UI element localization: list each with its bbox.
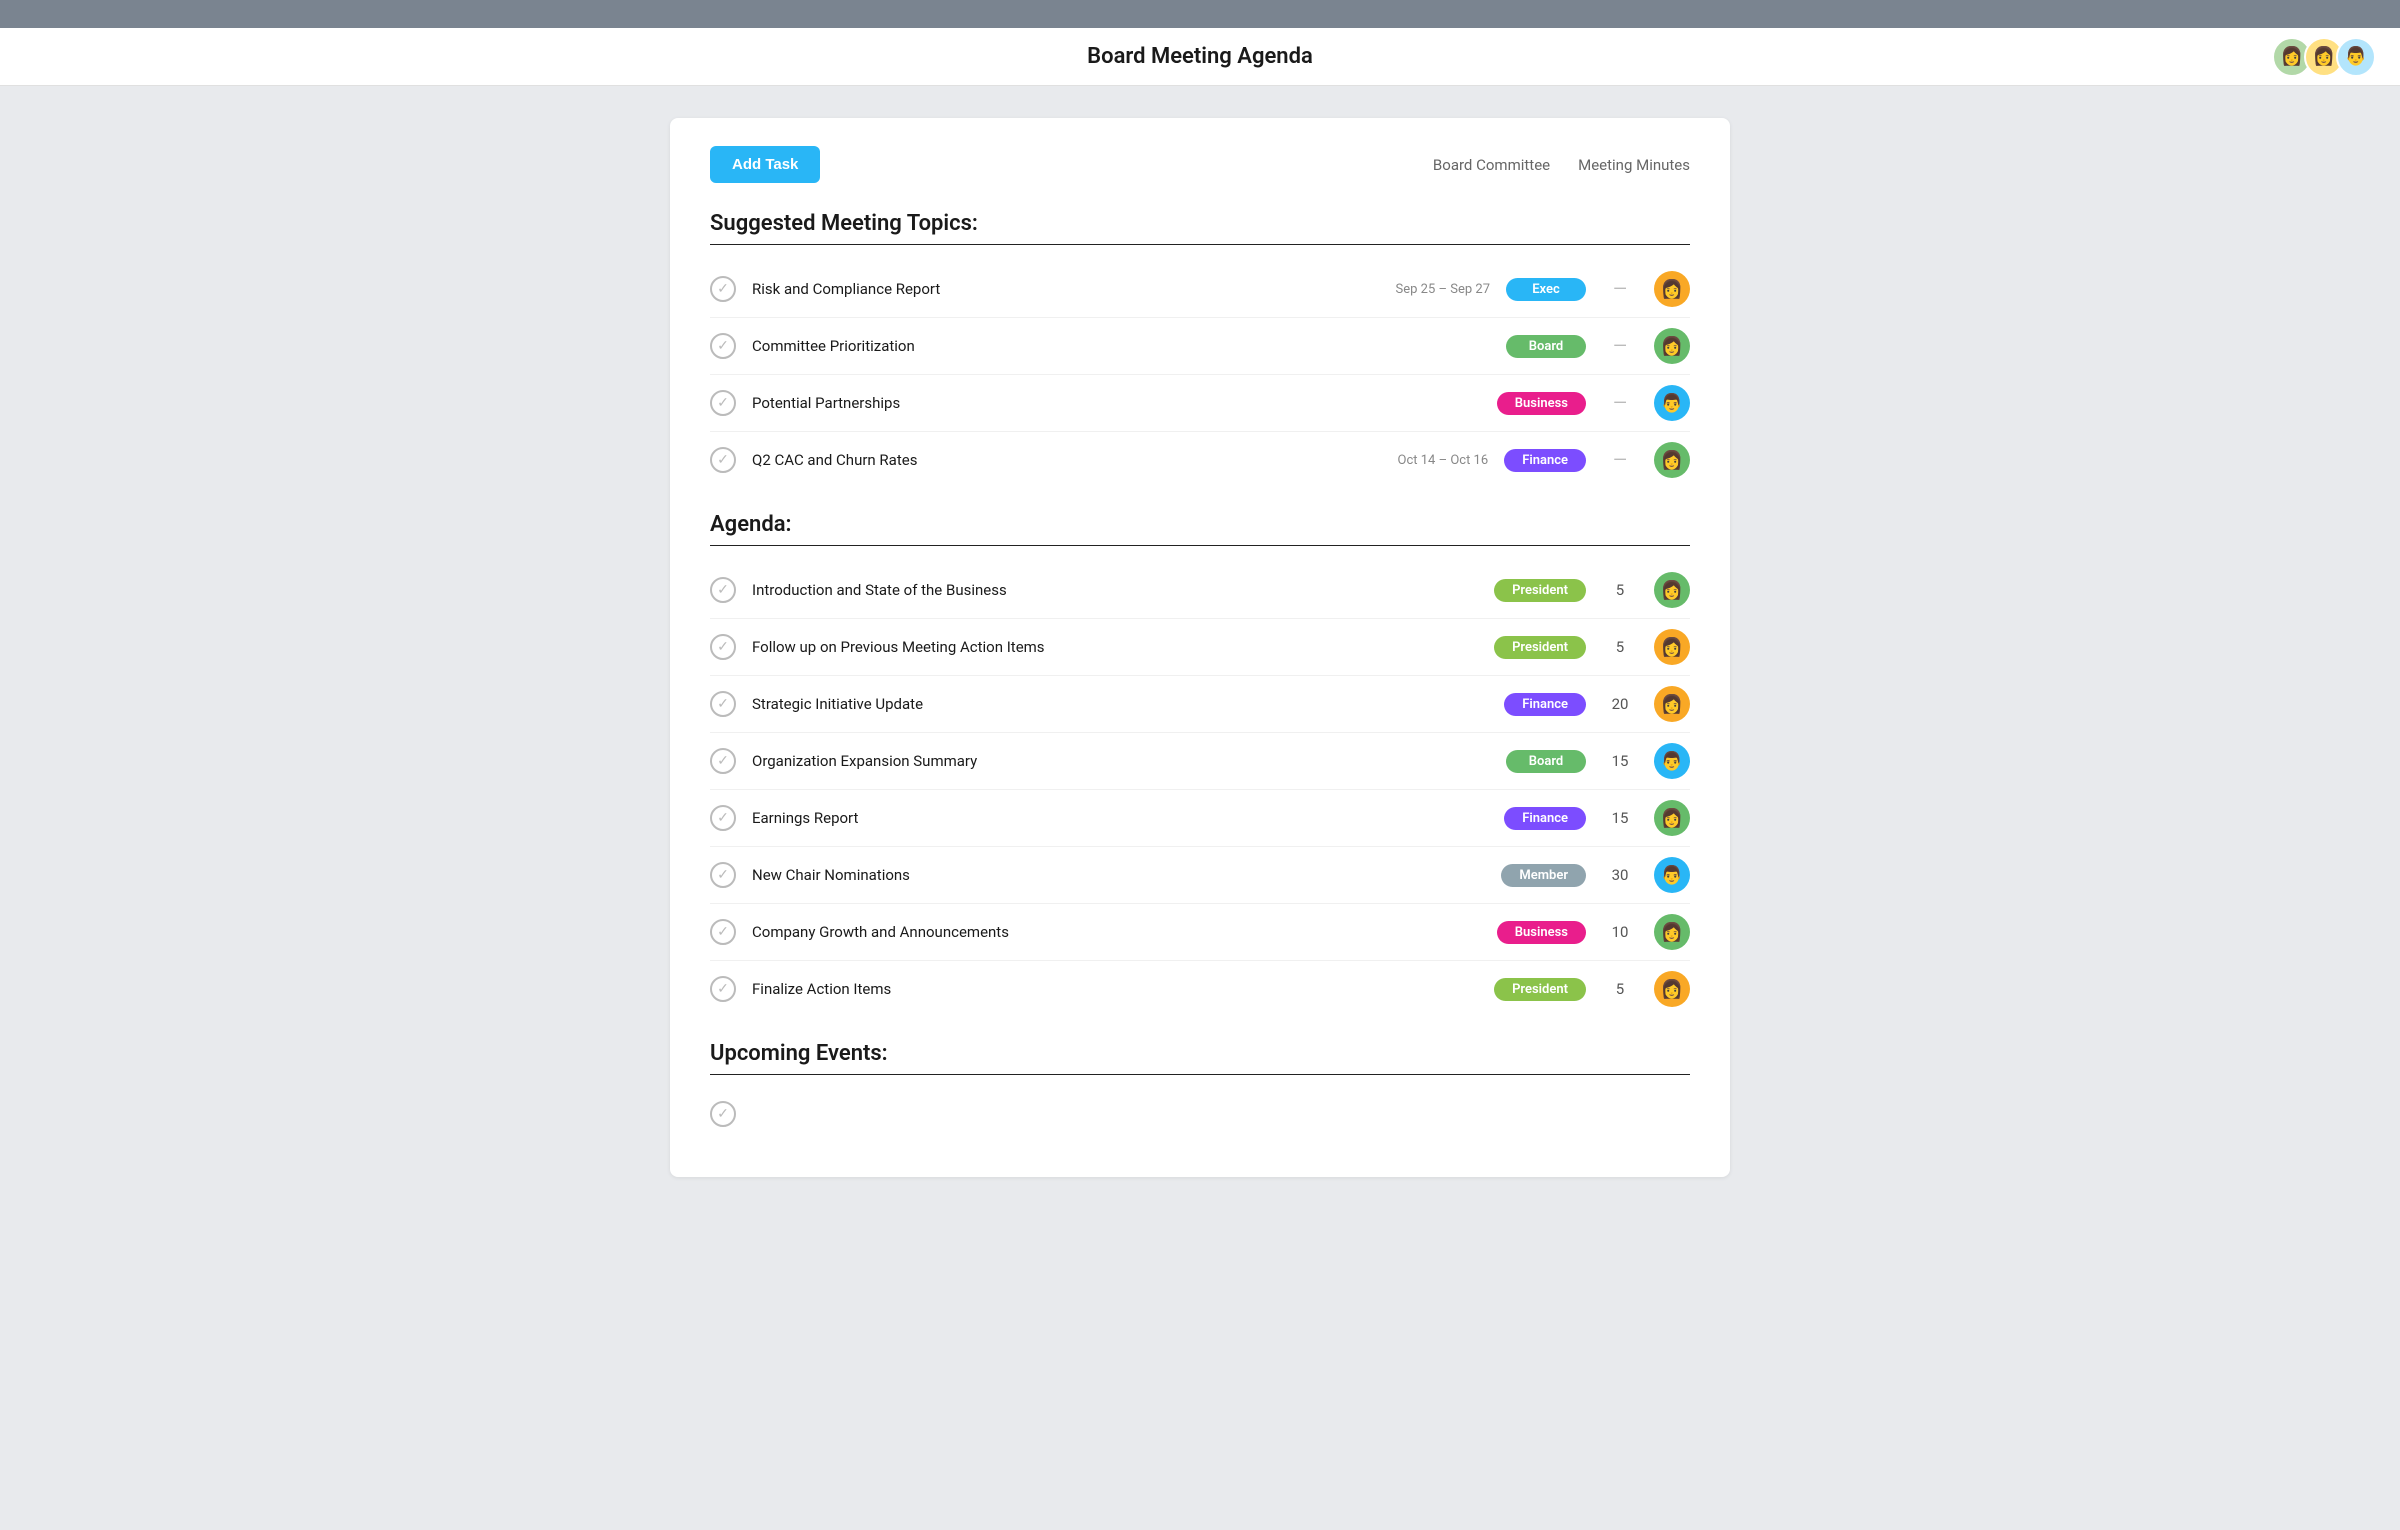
task-name: Organization Expansion Summary [752,752,1490,770]
task-duration: 10 [1602,923,1638,941]
table-row: ✓ Introduction and State of the Business… [710,562,1690,619]
check-icon[interactable]: ✓ [710,976,736,1002]
tag-finance: Finance [1504,449,1586,472]
avatar: 👩 [1654,686,1690,722]
avatar: 👨 [1654,743,1690,779]
check-icon[interactable]: ✓ [710,276,736,302]
avatar: 👩 [1654,629,1690,665]
task-name: Introduction and State of the Business [752,581,1478,599]
task-name: Committee Prioritization [752,337,1334,355]
tag-finance: Finance [1504,807,1586,830]
avatar: 👩 [1654,328,1690,364]
task-duration: 30 [1602,866,1638,884]
avatar: 👩 [1654,572,1690,608]
main-content: Add Task Board Committee Meeting Minutes… [670,118,1730,1177]
task-duration: 20 [1602,695,1638,713]
agenda-section-title: Agenda: [710,512,1690,537]
table-row: ✓ New Chair Nominations Member 30 👨 [710,847,1690,904]
board-committee-link[interactable]: Board Committee [1433,156,1550,174]
avatar[interactable]: 👨 [2336,37,2376,77]
task-duration: 5 [1602,581,1638,599]
task-duration: 15 [1602,809,1638,827]
avatar: 👩 [1654,971,1690,1007]
task-duration: 5 [1602,638,1638,656]
task-date: Oct 14 – Oct 16 [1348,453,1488,468]
avatar: 👩 [1654,914,1690,950]
tag-finance: Finance [1504,693,1586,716]
upcoming-section-title: Upcoming Events: [710,1041,1690,1066]
top-bar [0,0,2400,28]
tag-member: Member [1501,864,1586,887]
task-dash: — [1602,279,1638,300]
table-row: ✓ Earnings Report Finance 15 👩 [710,790,1690,847]
toolbar-links: Board Committee Meeting Minutes [1433,156,1690,174]
task-name: Risk and Compliance Report [752,280,1334,298]
task-name: Company Growth and Announcements [752,923,1481,941]
tag-board: Board [1506,335,1586,358]
table-row: ✓ [710,1091,1690,1137]
suggested-section-title: Suggested Meeting Topics: [710,211,1690,236]
tag-exec: Exec [1506,278,1586,301]
check-icon[interactable]: ✓ [710,1101,736,1127]
agenda-section: Agenda: ✓ Introduction and State of the … [710,512,1690,1017]
check-icon[interactable]: ✓ [710,333,736,359]
upcoming-section: Upcoming Events: ✓ [710,1041,1690,1137]
tag-business: Business [1497,921,1586,944]
page-title: Board Meeting Agenda [1087,44,1313,69]
task-name: Follow up on Previous Meeting Action Ite… [752,638,1478,656]
check-icon[interactable]: ✓ [710,919,736,945]
table-row: ✓ Company Growth and Announcements Busin… [710,904,1690,961]
header: Board Meeting Agenda 👩 👩 👨 [0,28,2400,86]
check-icon[interactable]: ✓ [710,862,736,888]
task-date: Sep 25 – Sep 27 [1350,282,1490,297]
toolbar: Add Task Board Committee Meeting Minutes [710,146,1690,183]
avatar: 👩 [1654,442,1690,478]
avatar: 👩 [1654,800,1690,836]
table-row: ✓ Strategic Initiative Update Finance 20… [710,676,1690,733]
task-name: Strategic Initiative Update [752,695,1488,713]
table-row: ✓ Follow up on Previous Meeting Action I… [710,619,1690,676]
check-icon[interactable]: ✓ [710,390,736,416]
tag-president: President [1494,636,1586,659]
task-name: Earnings Report [752,809,1488,827]
task-dash: — [1602,450,1638,471]
tag-president: President [1494,579,1586,602]
table-row: ✓ Committee Prioritization Board — 👩 [710,318,1690,375]
check-icon[interactable]: ✓ [710,577,736,603]
avatar: 👨 [1654,385,1690,421]
table-row: ✓ Organization Expansion Summary Board 1… [710,733,1690,790]
meeting-minutes-link[interactable]: Meeting Minutes [1578,156,1690,174]
table-row: ✓ Potential Partnerships Business — 👨 [710,375,1690,432]
header-avatars: 👩 👩 👨 [2272,37,2376,77]
task-name: Finalize Action Items [752,980,1478,998]
task-name: New Chair Nominations [752,866,1485,884]
check-icon[interactable]: ✓ [710,748,736,774]
table-row: ✓ Risk and Compliance Report Sep 25 – Se… [710,261,1690,318]
check-icon[interactable]: ✓ [710,634,736,660]
tag-business: Business [1497,392,1586,415]
table-row: ✓ Finalize Action Items President 5 👩 [710,961,1690,1017]
check-icon[interactable]: ✓ [710,447,736,473]
table-row: ✓ Q2 CAC and Churn Rates Oct 14 – Oct 16… [710,432,1690,488]
task-dash: — [1602,336,1638,357]
check-icon[interactable]: ✓ [710,805,736,831]
task-duration: 5 [1602,980,1638,998]
add-task-button[interactable]: Add Task [710,146,820,183]
check-icon[interactable]: ✓ [710,691,736,717]
tag-president: President [1494,978,1586,1001]
task-dash: — [1602,393,1638,414]
task-duration: 15 [1602,752,1638,770]
avatar: 👨 [1654,857,1690,893]
task-name: Q2 CAC and Churn Rates [752,451,1332,469]
task-name: Potential Partnerships [752,394,1325,412]
suggested-section: Suggested Meeting Topics: ✓ Risk and Com… [710,211,1690,488]
tag-board: Board [1506,750,1586,773]
avatar: 👩 [1654,271,1690,307]
